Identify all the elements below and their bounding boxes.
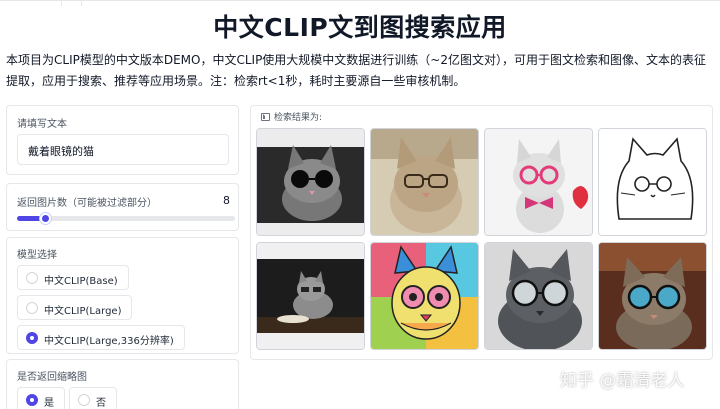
thumbnail-option-label: 是 bbox=[44, 398, 54, 409]
result-image-4[interactable] bbox=[598, 128, 707, 236]
model-option-label: 中文CLIP(Base) bbox=[44, 276, 118, 287]
page-description: 本项目为CLIP模型的中文版本DEMO，中文CLIP使用大规模中文数据进行训练（… bbox=[6, 53, 706, 88]
result-image-2[interactable] bbox=[370, 128, 479, 236]
thumbnail-label: 是否返回缩略图 bbox=[17, 372, 87, 383]
query-label: 请填写文本 bbox=[17, 119, 67, 130]
query-input[interactable]: 戴着眼镜的猫 bbox=[17, 134, 229, 165]
top-border bbox=[0, 0, 720, 6]
radio-circle-icon bbox=[26, 332, 38, 344]
model-label: 模型选择 bbox=[17, 250, 57, 261]
num-images-slider[interactable] bbox=[17, 212, 235, 224]
result-image-7[interactable] bbox=[484, 242, 593, 350]
radio-circle-icon bbox=[78, 394, 90, 406]
model-option-label: 中文CLIP(Large) bbox=[44, 306, 122, 317]
page-title: 中文CLIP文到图搜索应用 bbox=[213, 13, 507, 42]
result-image-6[interactable] bbox=[370, 242, 479, 350]
thumbnail-option-label: 否 bbox=[96, 398, 106, 409]
model-panel: 模型选择 中文CLIP(Base) 中文CLIP(Large) 中文CLIP(L… bbox=[6, 237, 239, 354]
result-image-3[interactable] bbox=[484, 128, 593, 236]
model-option-base[interactable]: 中文CLIP(Base) bbox=[17, 265, 129, 290]
results-label: 检索结果为: bbox=[257, 109, 326, 124]
thumbnail-option-no[interactable]: 否 bbox=[69, 387, 117, 409]
result-image-1[interactable] bbox=[256, 128, 365, 236]
radio-circle-icon bbox=[26, 272, 38, 284]
result-image-5[interactable] bbox=[256, 242, 365, 350]
model-option-large[interactable]: 中文CLIP(Large) bbox=[17, 295, 133, 320]
result-image-8[interactable] bbox=[598, 242, 707, 350]
model-option-label: 中文CLIP(Large,336分辨率) bbox=[44, 336, 174, 347]
model-option-large-336[interactable]: 中文CLIP(Large,336分辨率) bbox=[17, 325, 185, 350]
num-images-label: 返回图片数（可能被过滤部分） bbox=[17, 198, 157, 209]
controls-column: 请填写文本 戴着眼镜的猫 返回图片数（可能被过滤部分） 8 模型选择 中文CLI… bbox=[6, 105, 239, 409]
image-icon bbox=[261, 112, 270, 121]
results-label-text: 检索结果为: bbox=[274, 113, 323, 123]
radio-circle-icon bbox=[26, 394, 38, 406]
results-gallery: 检索结果为: bbox=[250, 105, 713, 360]
num-images-panel: 返回图片数（可能被过滤部分） 8 bbox=[6, 183, 239, 231]
thumbnail-option-yes[interactable]: 是 bbox=[17, 387, 65, 409]
radio-circle-icon bbox=[26, 302, 38, 314]
watermark: 知乎 @霜清老人 bbox=[560, 371, 685, 391]
slider-thumb[interactable] bbox=[40, 212, 51, 224]
num-images-value: 8 bbox=[223, 194, 230, 207]
query-panel: 请填写文本 戴着眼镜的猫 bbox=[6, 105, 239, 175]
thumbnail-panel: 是否返回缩略图 是 否 bbox=[6, 359, 239, 409]
